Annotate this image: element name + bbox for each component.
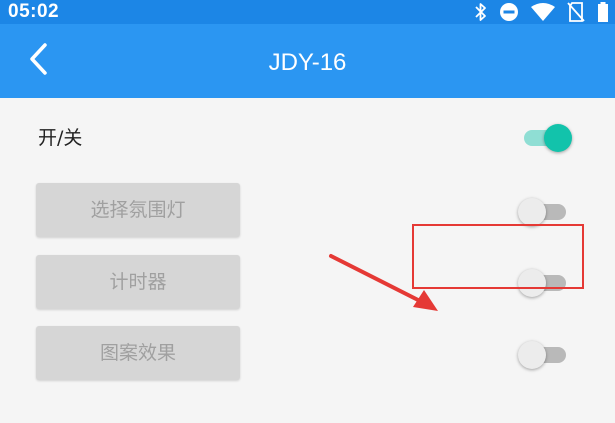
annotation-arrow — [329, 254, 438, 311]
